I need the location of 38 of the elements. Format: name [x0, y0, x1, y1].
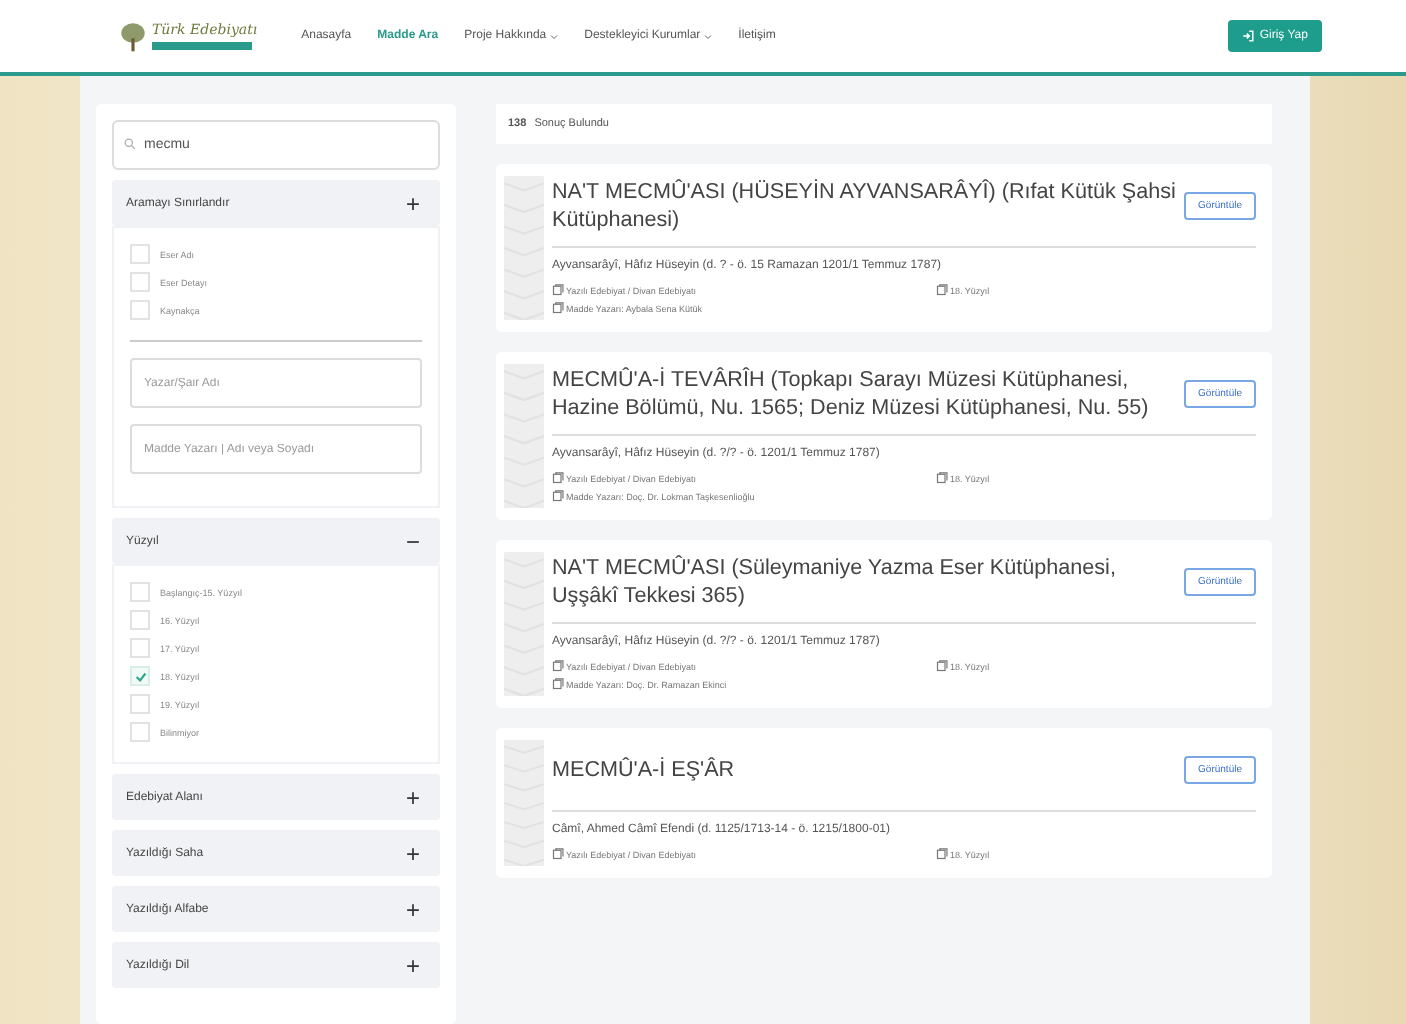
document-icon	[936, 848, 948, 860]
toggle-sign: +	[405, 897, 420, 921]
ornament-pattern	[504, 740, 544, 866]
result-title[interactable]: NA'T MECMÛ'ASI (Süleymaniye Yazma Eser Kütüphanesi, Uşşâkî Tekkesi 365)	[552, 554, 1177, 610]
checkbox[interactable]	[130, 582, 150, 602]
checkbox[interactable]	[130, 638, 150, 658]
logo-banner	[152, 42, 252, 50]
checkbox[interactable]	[130, 300, 150, 320]
checkbox[interactable]	[130, 610, 150, 630]
document-icon	[552, 848, 564, 860]
checkbox[interactable]	[130, 272, 150, 292]
toggle-sign: +	[405, 841, 420, 865]
ornament-pattern	[504, 552, 544, 696]
toggle-sign: +	[405, 191, 420, 215]
toggle-sign: +	[405, 953, 420, 977]
result-title[interactable]: MECMÛ'A-İ EŞ'ÂR	[552, 756, 1177, 784]
result-title[interactable]: MECMÛ'A-İ TEVÂRÎH (Topkapı Sarayı Müzesi Kütüphanesi, Hazine Bölümü, Nu. 1565; Deniz Müzesi Kütüphanesi, Nu. 55)	[552, 366, 1177, 422]
document-icon	[552, 302, 564, 314]
search-icon	[124, 138, 136, 150]
checkbox[interactable]	[130, 694, 150, 714]
document-icon	[936, 660, 948, 672]
document-icon	[552, 490, 564, 502]
checkbox[interactable]	[130, 666, 150, 686]
ornament-pattern	[504, 364, 544, 508]
toggle-sign: +	[405, 785, 420, 809]
checkbox[interactable]	[130, 244, 150, 264]
toggle-sign: −	[405, 529, 420, 553]
login-icon	[1241, 30, 1254, 42]
document-icon	[552, 678, 564, 690]
document-icon	[552, 472, 564, 484]
document-icon	[552, 284, 564, 296]
document-icon	[936, 284, 948, 296]
checkbox[interactable]	[130, 722, 150, 742]
document-icon	[552, 660, 564, 672]
ornament-pattern	[504, 176, 544, 320]
tree-icon	[120, 21, 146, 51]
result-title[interactable]: NA'T MECMÛ'ASI (HÜSEYİN AYVANSARÂYÎ) (Rıfat Kütük Şahsi Kütüphanesi)	[552, 178, 1177, 234]
document-icon	[936, 472, 948, 484]
